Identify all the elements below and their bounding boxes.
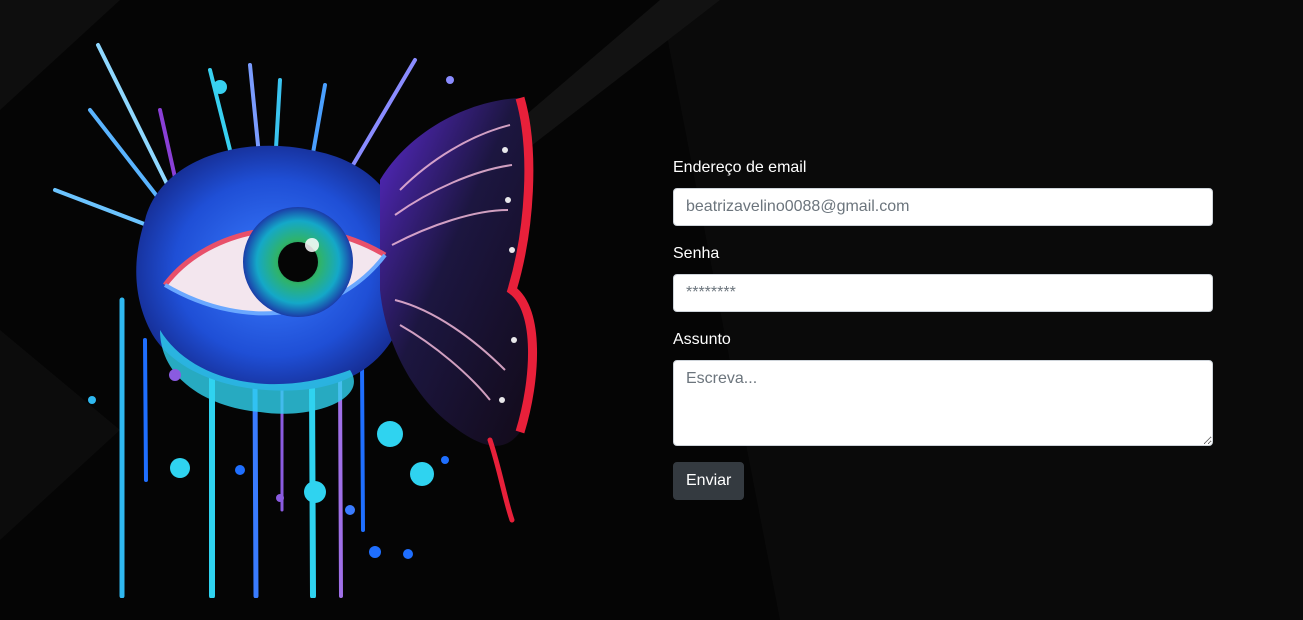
subject-textarea[interactable] xyxy=(673,360,1213,446)
email-field[interactable] xyxy=(673,188,1213,226)
subject-label: Assunto xyxy=(673,331,731,348)
contact-form: Endereço de email Senha Assunto Enviar xyxy=(673,158,1213,500)
eye-butterfly-illustration xyxy=(53,43,538,598)
password-field[interactable] xyxy=(673,274,1213,312)
submit-button[interactable]: Enviar xyxy=(673,462,745,500)
password-label: Senha xyxy=(673,245,720,262)
email-label: Endereço de email xyxy=(673,159,807,176)
